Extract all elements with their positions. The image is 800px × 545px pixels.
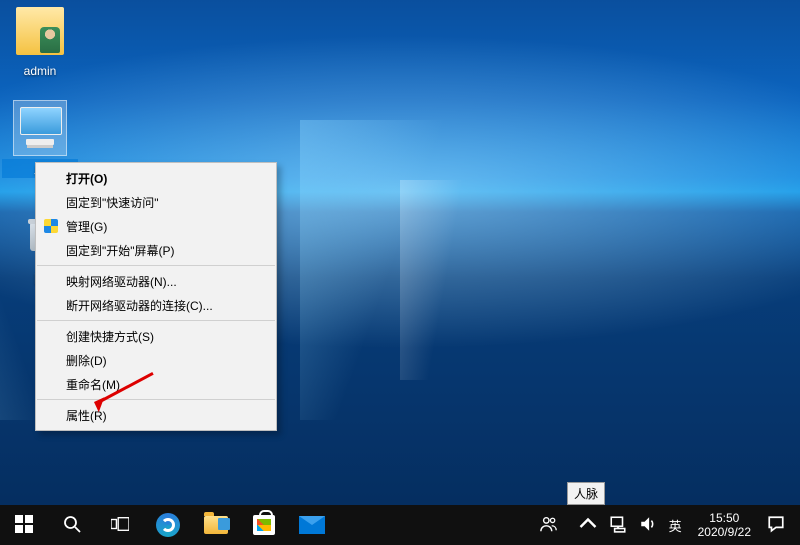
ctx-manage[interactable]: 管理(G) [36,214,276,238]
file-explorer-icon [204,516,228,534]
ctx-pin-quick-access[interactable]: 固定到"快速访问" [36,190,276,214]
notification-icon [767,515,785,536]
ctx-properties[interactable]: 属性(R) [36,403,276,427]
ctx-rename[interactable]: 重命名(M) [36,372,276,396]
task-view-icon [111,515,129,536]
tray-volume[interactable] [633,505,663,545]
taskbar-app-store[interactable] [240,505,288,545]
context-menu: 打开(O) 固定到"快速访问" 管理(G) 固定到"开始"屏幕(P) 映射网络驱… [35,162,277,431]
tray-network[interactable] [603,505,633,545]
people-button[interactable] [527,505,571,545]
ime-indicator[interactable]: 英 [663,505,688,545]
store-icon [253,515,275,535]
search-button[interactable] [48,505,96,545]
windows-logo-icon [15,515,33,536]
start-button[interactable] [0,505,48,545]
chevron-up-icon [579,515,597,536]
ctx-separator [37,265,275,266]
ctx-delete[interactable]: 删除(D) [36,348,276,372]
taskbar: 英 15:50 2020/9/22 [0,505,800,545]
user-folder-icon [16,7,64,55]
shield-icon [44,219,58,233]
clock-time: 15:50 [709,511,739,525]
desktop-icon-label: admin [2,63,78,79]
action-center[interactable] [761,505,791,545]
ctx-pin-start[interactable]: 固定到"开始"屏幕(P) [36,238,276,262]
this-pc-icon [16,103,64,151]
edge-icon [156,513,180,537]
tray-overflow[interactable] [573,505,603,545]
volume-icon [639,515,657,536]
ctx-separator [37,320,275,321]
clock[interactable]: 15:50 2020/9/22 [688,511,761,539]
ctx-create-shortcut[interactable]: 创建快捷方式(S) [36,324,276,348]
network-icon [609,515,627,536]
ctx-open[interactable]: 打开(O) [36,166,276,190]
taskbar-app-edge[interactable] [144,505,192,545]
ctx-disconnect-network-drive[interactable]: 断开网络驱动器的连接(C)... [36,293,276,317]
taskbar-spacer [336,505,527,545]
ctx-map-network-drive[interactable]: 映射网络驱动器(N)... [36,269,276,293]
clock-date: 2020/9/22 [698,525,751,539]
task-view-button[interactable] [96,505,144,545]
desktop[interactable]: admin 此 回 打开(O) 固定到"快速访问" 管理(G) 固定到"开始"屏… [0,0,800,505]
taskbar-app-mail[interactable] [288,505,336,545]
search-icon [63,515,81,536]
system-tray: 英 15:50 2020/9/22 [571,505,800,545]
desktop-icon-admin[interactable]: admin [2,4,78,79]
people-icon [540,515,558,536]
taskbar-app-explorer[interactable] [192,505,240,545]
mail-icon [299,516,325,534]
ctx-separator [37,399,275,400]
tooltip-people: 人脉 [567,482,605,505]
